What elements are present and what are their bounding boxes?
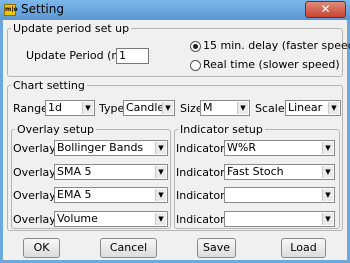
- radio-15min-delay[interactable]: [190, 41, 201, 52]
- load-button[interactable]: Load: [281, 238, 326, 258]
- overlay-3-dropdown[interactable]: EMA 5 ▼: [54, 187, 168, 203]
- scale-value: Linear: [288, 101, 323, 114]
- overlay-1-dropdown[interactable]: Bollinger Bands ▼: [54, 140, 168, 156]
- update-period-legend: Update period set up: [13, 22, 130, 35]
- indicator-setup-legend: Indicator setup: [180, 123, 263, 136]
- range-value: 1d: [48, 101, 62, 114]
- size-value: M: [203, 101, 213, 114]
- overlay-3-value: EMA 5: [57, 188, 92, 201]
- chevron-down-icon: ▼: [155, 166, 166, 178]
- overlay-4-value: Volume: [57, 212, 98, 225]
- chevron-down-icon: ▼: [82, 102, 93, 114]
- chevron-down-icon: ▼: [162, 102, 173, 114]
- chevron-down-icon: ▼: [322, 189, 333, 201]
- scale-label: Scale:: [255, 102, 289, 115]
- overlay-setup-legend: Overlay setup: [17, 123, 95, 136]
- indicator-4-dropdown[interactable]: ▼: [224, 211, 335, 227]
- app-icon: m|o: [4, 4, 18, 16]
- chevron-down-icon: ▼: [322, 142, 333, 154]
- radio-real-time-label[interactable]: Real time (slower speed): [203, 58, 340, 71]
- update-period-input[interactable]: 1: [116, 48, 149, 64]
- overlay-2-value: SMA 5: [57, 165, 92, 178]
- indicator-3-dropdown[interactable]: ▼: [224, 187, 335, 203]
- scale-dropdown[interactable]: Linear ▼: [285, 100, 341, 116]
- close-button[interactable]: ✕: [305, 1, 346, 18]
- window-title: Setting: [21, 2, 64, 16]
- cancel-button[interactable]: Cancel: [100, 238, 157, 258]
- chevron-down-icon: ▼: [322, 213, 333, 225]
- dialog-client: Update period set up Update Period (min)…: [3, 20, 350, 260]
- ok-button[interactable]: OK: [23, 238, 60, 258]
- save-button[interactable]: Save: [197, 238, 236, 258]
- indicator-1-value: W%R: [227, 141, 256, 154]
- indicator-1-dropdown[interactable]: W%R ▼: [224, 140, 335, 156]
- chart-setting-legend: Chart setting: [13, 79, 85, 92]
- range-dropdown[interactable]: 1d ▼: [45, 100, 95, 116]
- chevron-down-icon: ▼: [155, 189, 166, 201]
- overlay-4-dropdown[interactable]: Volume ▼: [54, 211, 168, 227]
- indicator-2-value: Fast Stoch: [227, 165, 284, 178]
- size-dropdown[interactable]: M ▼: [200, 100, 250, 116]
- radio-15min-delay-label[interactable]: 15 min. delay (faster speed): [203, 39, 350, 52]
- title-bar: m|o Setting ✕: [0, 0, 350, 20]
- type-dropdown[interactable]: Candle ▼: [123, 100, 175, 116]
- chevron-down-icon: ▼: [155, 142, 166, 154]
- chevron-down-icon: ▼: [328, 102, 339, 114]
- overlay-2-dropdown[interactable]: SMA 5 ▼: [54, 164, 168, 180]
- type-value: Candle: [126, 101, 162, 114]
- overlay-1-value: Bollinger Bands: [57, 141, 144, 154]
- chevron-down-icon: ▼: [155, 213, 166, 225]
- indicator-2-dropdown[interactable]: Fast Stoch ▼: [224, 164, 335, 180]
- radio-real-time[interactable]: [190, 60, 201, 71]
- chevron-down-icon: ▼: [322, 166, 333, 178]
- chevron-down-icon: ▼: [237, 102, 248, 114]
